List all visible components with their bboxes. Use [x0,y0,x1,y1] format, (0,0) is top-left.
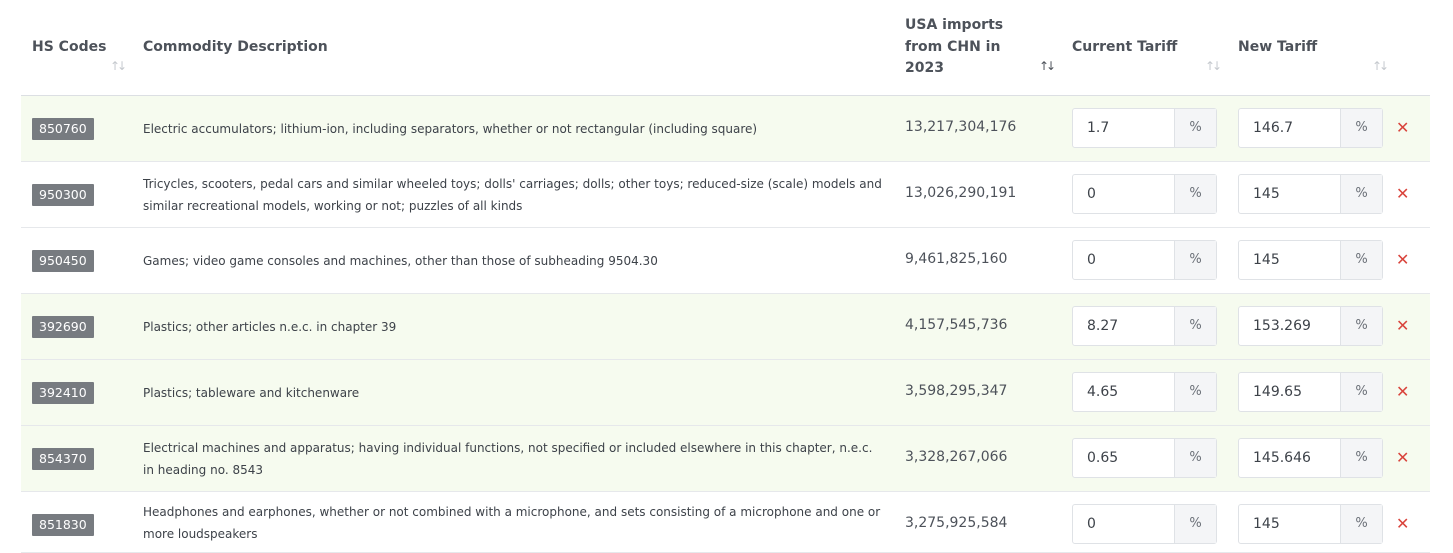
current-tariff-value[interactable]: 8.27 [1073,307,1175,345]
header-imports-line1: USA imports [905,17,1004,33]
remove-row-icon[interactable]: ✕ [1396,118,1409,137]
table-row: 950450 Games; video game consoles and ma… [21,228,1430,294]
hs-code-badge: 950300 [32,184,94,206]
new-tariff-input[interactable]: 149.65 % [1238,372,1383,412]
new-tariff-value[interactable]: 145.646 [1239,439,1341,477]
header-imports-line3: 2023 [905,60,944,76]
tariff-table: HS Codes ↑↓ Commodity Description USA im… [21,0,1430,553]
current-tariff-input[interactable]: 0 % [1072,174,1217,214]
table-row: 392690 Plastics; other articles n.e.c. i… [21,294,1430,360]
commodity-description: Plastics; tableware and kitchenware [143,386,360,400]
new-tariff-input[interactable]: 145.646 % [1238,438,1383,478]
table-row: 950300 Tricycles, scooters, pedal cars a… [21,162,1430,228]
imports-value: 4,157,545,736 [905,317,1008,333]
hs-code-badge: 392410 [32,382,94,404]
percent-addon: % [1341,505,1382,543]
imports-value: 13,217,304,176 [905,119,1017,135]
current-tariff-input[interactable]: 0.65 % [1072,438,1217,478]
current-tariff-input[interactable]: 8.27 % [1072,306,1217,346]
percent-addon: % [1341,439,1382,477]
header-new-tariff[interactable]: New Tariff [1238,37,1317,59]
table-row: 392410 Plastics; tableware and kitchenwa… [21,360,1430,426]
new-tariff-input[interactable]: 146.7 % [1238,108,1383,148]
header-imports[interactable]: USA imports from CHN in 2023 [905,15,1003,80]
new-tariff-value[interactable]: 145 [1239,241,1341,279]
current-tariff-value[interactable]: 4.65 [1073,373,1175,411]
remove-row-icon[interactable]: ✕ [1396,382,1409,401]
new-tariff-value[interactable]: 153.269 [1239,307,1341,345]
new-tariff-value[interactable]: 145 [1239,175,1341,213]
imports-value: 13,026,290,191 [905,185,1017,201]
hs-code-badge: 851830 [32,514,94,536]
percent-addon: % [1175,439,1216,477]
current-tariff-input[interactable]: 1.7 % [1072,108,1217,148]
percent-addon: % [1175,307,1216,345]
new-tariff-value[interactable]: 149.65 [1239,373,1341,411]
table-row: 854370 Electrical machines and apparatus… [21,426,1430,492]
new-tariff-input[interactable]: 145 % [1238,174,1383,214]
percent-addon: % [1175,109,1216,147]
hs-code-badge: 850760 [32,118,94,140]
header-commodity-description[interactable]: Commodity Description [143,37,328,59]
remove-row-icon[interactable]: ✕ [1396,184,1409,203]
remove-row-icon[interactable]: ✕ [1396,250,1409,269]
new-tariff-input[interactable]: 153.269 % [1238,306,1383,346]
imports-value: 3,598,295,347 [905,383,1008,399]
hs-code-badge: 392690 [32,316,94,338]
header-current-tariff[interactable]: Current Tariff [1072,37,1177,59]
current-tariff-input[interactable]: 0 % [1072,240,1217,280]
table-row: 850760 Electric accumulators; lithium-io… [21,96,1430,162]
sort-imports-icon[interactable]: ↑↓ [1039,59,1056,73]
table-header: HS Codes ↑↓ Commodity Description USA im… [21,0,1430,96]
current-tariff-input[interactable]: 0 % [1072,504,1217,544]
new-tariff-value[interactable]: 145 [1239,505,1341,543]
sort-new-tariff-icon[interactable]: ↑↓ [1372,59,1389,73]
percent-addon: % [1341,373,1382,411]
commodity-description: Electrical machines and apparatus; havin… [143,441,873,477]
remove-row-icon[interactable]: ✕ [1396,448,1409,467]
remove-row-icon[interactable]: ✕ [1396,316,1409,335]
hs-code-badge: 950450 [32,250,94,272]
percent-addon: % [1341,241,1382,279]
imports-value: 3,328,267,066 [905,449,1008,465]
current-tariff-value[interactable]: 1.7 [1073,109,1175,147]
new-tariff-input[interactable]: 145 % [1238,240,1383,280]
current-tariff-value[interactable]: 0 [1073,175,1175,213]
imports-value: 3,275,925,584 [905,515,1008,531]
percent-addon: % [1341,307,1382,345]
sort-current-tariff-icon[interactable]: ↑↓ [1205,59,1222,73]
current-tariff-value[interactable]: 0 [1073,241,1175,279]
table-body: 850760 Electric accumulators; lithium-io… [21,96,1430,553]
commodity-description: Games; video game consoles and machines,… [143,254,658,268]
remove-row-icon[interactable]: ✕ [1396,514,1409,533]
header-imports-line2: from CHN in [905,38,1001,55]
new-tariff-value[interactable]: 146.7 [1239,109,1341,147]
percent-addon: % [1341,175,1382,213]
hs-code-badge: 854370 [32,448,94,470]
current-tariff-input[interactable]: 4.65 % [1072,372,1217,412]
new-tariff-input[interactable]: 145 % [1238,504,1383,544]
commodity-description: Headphones and earphones, whether or not… [143,505,881,541]
current-tariff-value[interactable]: 0 [1073,505,1175,543]
header-hs-codes[interactable]: HS Codes [32,37,106,59]
current-tariff-value[interactable]: 0.65 [1073,439,1175,477]
percent-addon: % [1175,175,1216,213]
commodity-description: Electric accumulators; lithium-ion, incl… [143,122,758,136]
sort-hs-codes-icon[interactable]: ↑↓ [110,59,127,73]
percent-addon: % [1341,109,1382,147]
commodity-description: Plastics; other articles n.e.c. in chapt… [143,320,397,334]
percent-addon: % [1175,505,1216,543]
commodity-description: Tricycles, scooters, pedal cars and simi… [143,177,882,213]
percent-addon: % [1175,241,1216,279]
percent-addon: % [1175,373,1216,411]
imports-value: 9,461,825,160 [905,251,1008,267]
table-row: 851830 Headphones and earphones, whether… [21,492,1430,553]
